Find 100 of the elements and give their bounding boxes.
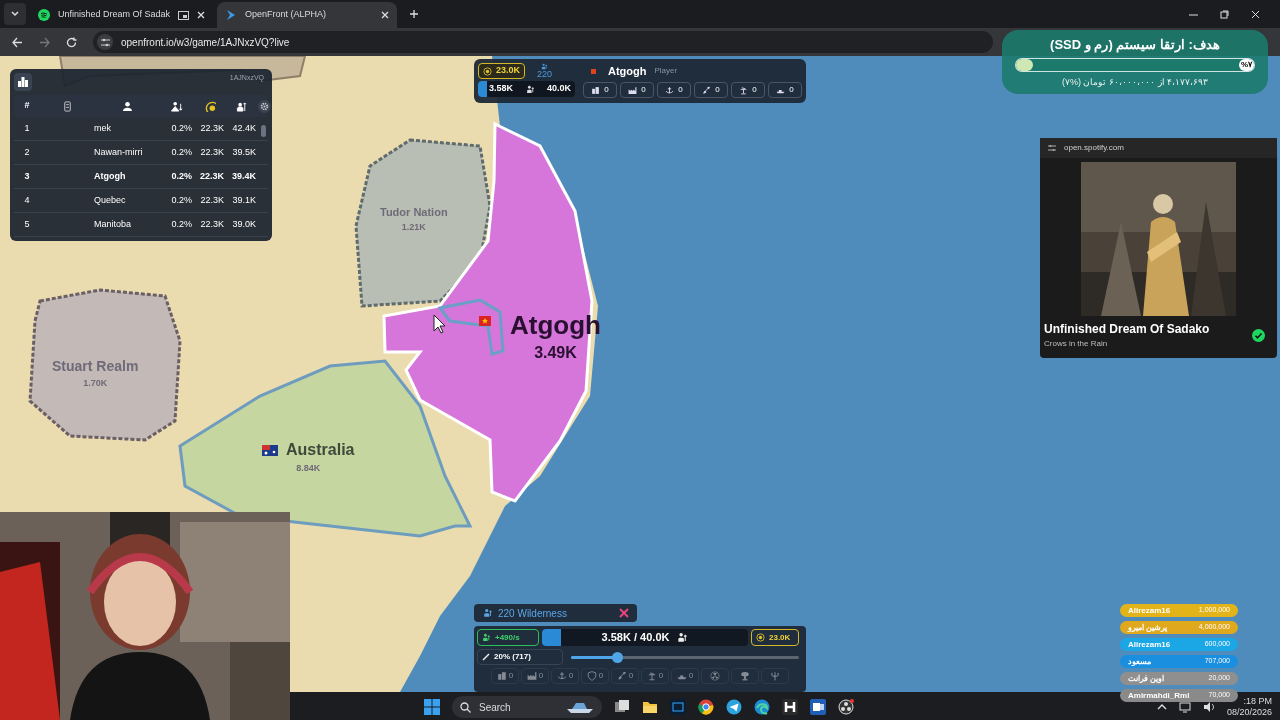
coin-icon (483, 66, 492, 76)
troop-rate: +490/s (495, 631, 520, 644)
maximize-icon[interactable] (1220, 9, 1229, 19)
build-button[interactable]: 0 (611, 668, 639, 684)
coins-cell-text: 22.3K (198, 169, 225, 183)
photo-editor-icon[interactable] (670, 699, 686, 715)
build-button[interactable] (731, 668, 759, 684)
speaker-icon[interactable] (1202, 701, 1215, 713)
taskbar-search-field[interactable]: Search (452, 696, 602, 718)
land-cell-text: 0.2% (170, 121, 193, 135)
territory-name: Tudor Nation (380, 205, 448, 220)
leaderboard-row[interactable]: 3 Atgogh 0.2% 22.3K 39.4K (14, 165, 268, 189)
troops-cell-text: 39.4K (230, 169, 257, 183)
max-troops: 40.0K (546, 82, 571, 96)
coin-amount: 23.0K (769, 631, 791, 644)
browser-tab[interactable]: Unfinished Dream Of Sadak (30, 2, 214, 28)
troops-icon (482, 633, 491, 642)
building-count: 0 (715, 84, 720, 96)
building-count: 0 (604, 84, 609, 96)
build-button[interactable]: 0 (641, 668, 669, 684)
donor-name: Amirmahdi_Rml (1128, 689, 1190, 702)
build-count: 0 (568, 670, 574, 682)
rank-cell-text: 4 (23, 193, 31, 207)
building-count: 0 (678, 84, 683, 96)
slider-thumb[interactable] (611, 651, 623, 663)
browser-icon[interactable] (698, 699, 714, 715)
coins-cell-text: 22.3K (199, 217, 225, 231)
sliders-icon (100, 37, 110, 47)
building-icon (61, 100, 73, 112)
mushroom-cloud-icon (740, 671, 750, 681)
factory-icon (526, 671, 537, 681)
bar-chart-icon (18, 77, 28, 87)
build-button[interactable]: 0 (551, 668, 579, 684)
wave-browser-icon[interactable] (754, 699, 770, 715)
build-button[interactable]: 0 (671, 668, 699, 684)
building-icon (591, 85, 601, 95)
task-view-icon[interactable] (614, 699, 630, 715)
building-count: 0 (641, 84, 646, 96)
person-icon (121, 100, 133, 112)
site-info-button[interactable] (97, 34, 113, 50)
troops-icon (235, 100, 249, 112)
artist-name: Crows in the Rain (1044, 338, 1109, 350)
missile-icon (616, 671, 627, 681)
windows-start-icon[interactable] (424, 699, 440, 715)
build-count: 0 (598, 670, 604, 682)
back-icon[interactable] (12, 36, 23, 48)
picture-in-picture-icon (178, 10, 190, 20)
folder-icon[interactable] (642, 699, 658, 715)
troops-amount: 3.58K (489, 82, 514, 96)
tab-title: Unfinished Dream Of Sadak (58, 8, 171, 22)
song-title: Unfinished Dream Of Sadako (1044, 321, 1211, 338)
attack-ratio-slider[interactable] (571, 651, 799, 663)
tab-list-button[interactable] (4, 3, 26, 25)
stats-button[interactable] (14, 73, 32, 91)
leaderboard-row[interactable]: 4 Quebec 0.2% 22.3K 39.1K (14, 189, 268, 213)
leaderboard-row[interactable]: 2 Nawan-mirri 0.2% 22.3K 39.5K (14, 141, 268, 165)
build-button[interactable]: 0 (521, 668, 549, 684)
music-app-icon (38, 9, 50, 21)
saved-check-icon[interactable] (1252, 328, 1265, 342)
land-cell-text: 0.2% (170, 169, 193, 183)
territory-name: Australia (286, 440, 355, 460)
land-cell-text: 0.2% (170, 217, 193, 231)
paper-plane-icon[interactable] (726, 699, 742, 715)
trident-icon (770, 671, 780, 681)
troops-cell-text: 39.1K (231, 193, 257, 207)
flag-icon (591, 68, 596, 74)
troops-amount: 3.58K / 40.0K (601, 630, 670, 646)
troops-icon (525, 84, 535, 94)
territory-name: Stuart Realm (52, 357, 139, 376)
build-button[interactable]: 0 (581, 668, 609, 684)
build-count: 0 (628, 670, 634, 682)
chevron-up-icon[interactable] (1156, 702, 1167, 712)
donor-name: Alirezam16 (1128, 604, 1171, 617)
settings-button[interactable] (258, 99, 271, 113)
scrollbar-thumb[interactable] (261, 125, 266, 137)
workers-count: 220 (537, 70, 553, 79)
network-icon[interactable] (1178, 701, 1191, 713)
browser-tab[interactable]: OpenFront (ALPHA) (217, 2, 398, 28)
document-app-icon[interactable] (810, 699, 826, 715)
leaderboard-row[interactable]: 5 Manitoba 0.2% 22.3K 39.0K (14, 213, 268, 237)
build-button[interactable]: 0 (491, 668, 519, 684)
name-cell-text: Atgogh (94, 169, 127, 183)
troop-count: 1.21K (401, 220, 426, 234)
goal-title: هدف: ارتقا سیستم (رم و SSD) (1050, 35, 1220, 54)
troops-cell-text: 42.4K (231, 121, 257, 135)
troop-count: 3.49K (534, 343, 577, 363)
tab-title: OpenFront (ALPHA) (245, 8, 328, 22)
new-tab-icon[interactable] (409, 9, 420, 19)
donor-name: پرشین امیرو (1128, 621, 1168, 634)
address-bar[interactable]: openfront.io/w3/game/1AJNxzVQ?live (93, 31, 993, 53)
build-button[interactable] (761, 668, 789, 684)
chevron-down-icon (10, 9, 20, 19)
build-count: 0 (658, 670, 664, 682)
reload-icon[interactable] (66, 36, 77, 48)
forward-icon[interactable] (39, 36, 50, 48)
sort-land-icon (170, 100, 184, 112)
record-app-icon[interactable] (838, 699, 854, 715)
letter-app-icon[interactable] (782, 699, 798, 715)
flag-icon (479, 316, 491, 326)
launcher-icon (739, 85, 749, 95)
